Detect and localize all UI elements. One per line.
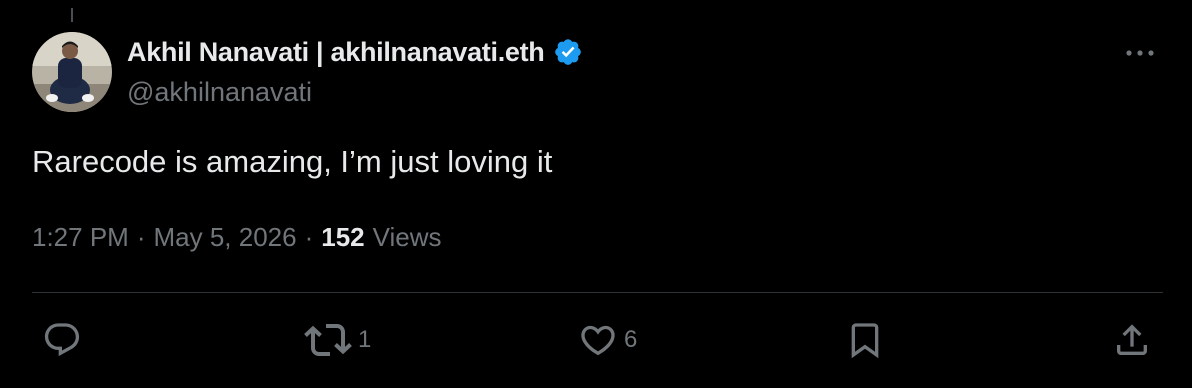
author-handle[interactable]: @akhilnanavati bbox=[127, 77, 312, 108]
share-icon bbox=[1117, 324, 1147, 355]
share-button[interactable] bbox=[1112, 320, 1152, 360]
meta-separator: · bbox=[304, 222, 314, 252]
avatar-image bbox=[32, 32, 112, 112]
bookmark-button[interactable] bbox=[845, 320, 885, 360]
views-label[interactable]: Views bbox=[373, 222, 442, 253]
heart-icon bbox=[581, 325, 615, 356]
retweet-count: 1 bbox=[358, 326, 372, 353]
meta-separator: · bbox=[136, 222, 146, 252]
tweet-meta: 1:27 PM · May 5, 2026 · 152 Views bbox=[32, 222, 442, 253]
reply-icon bbox=[44, 323, 80, 357]
like-button[interactable]: 6 bbox=[578, 320, 637, 360]
tweet-date[interactable]: May 5, 2026 bbox=[154, 222, 297, 253]
divider bbox=[32, 292, 1163, 293]
reply-button[interactable] bbox=[42, 320, 88, 360]
tweet-time[interactable]: 1:27 PM bbox=[32, 222, 129, 253]
avatar[interactable] bbox=[32, 32, 112, 112]
more-options-button[interactable] bbox=[1120, 40, 1160, 66]
more-options-icon bbox=[1126, 50, 1154, 56]
retweet-icon bbox=[304, 324, 352, 356]
retweet-button[interactable]: 1 bbox=[304, 320, 371, 360]
tweet-text: Rarecode is amazing, I’m just loving it bbox=[32, 144, 553, 179]
author-display-name[interactable]: Akhil Nanavati | akhilnanavati.eth bbox=[127, 37, 545, 68]
views-count[interactable]: 152 bbox=[321, 222, 364, 253]
bookmark-icon bbox=[851, 323, 879, 359]
verified-badge-icon[interactable] bbox=[553, 37, 583, 67]
author-name-row[interactable]: Akhil Nanavati | akhilnanavati.eth bbox=[127, 36, 583, 68]
like-count: 6 bbox=[624, 326, 638, 353]
thread-connector-line bbox=[71, 8, 73, 22]
